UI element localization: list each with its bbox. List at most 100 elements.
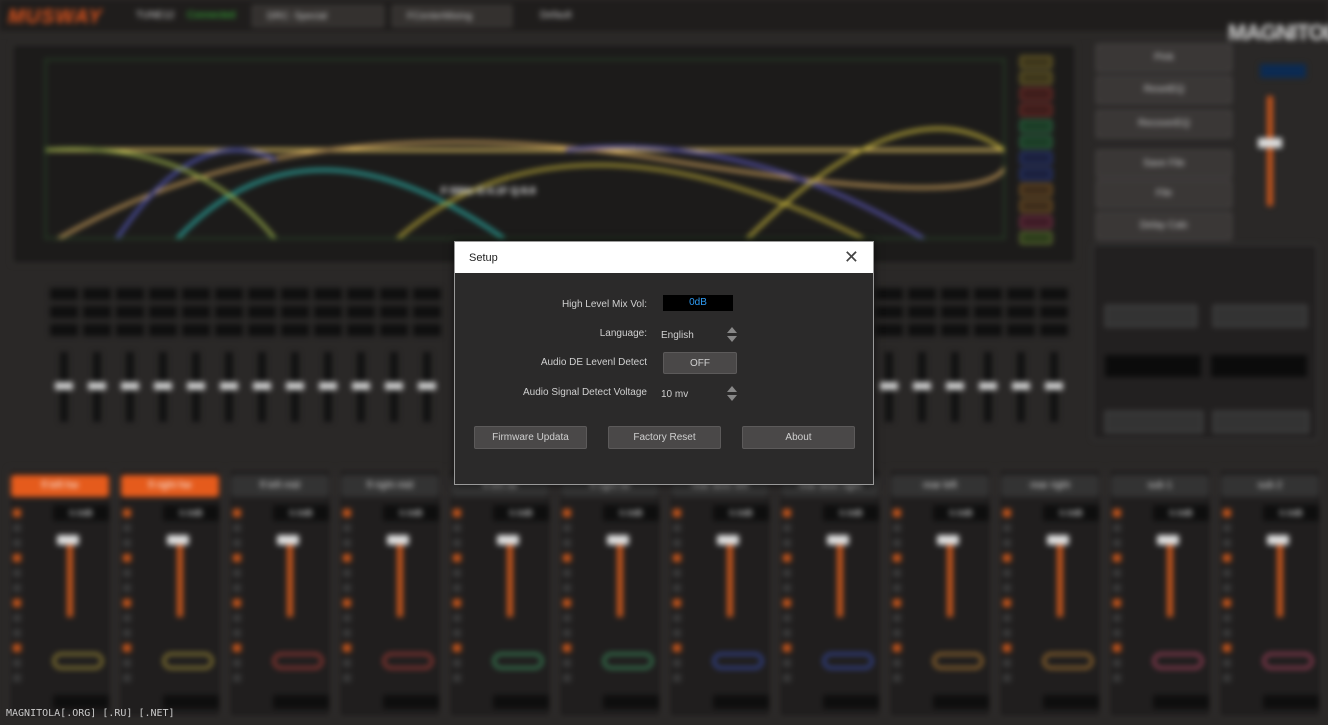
lp-slope-select[interactable] xyxy=(1213,411,1309,433)
lp-type-select[interactable] xyxy=(1213,305,1307,327)
recover-eq-button[interactable]: RecoverEQ xyxy=(1096,110,1232,138)
channel-gain-value[interactable]: 0.0dB xyxy=(603,505,659,521)
channel-delay-field[interactable] xyxy=(383,695,439,709)
channel-link-toggle[interactable] xyxy=(163,653,213,669)
eq-band-value-cell[interactable] xyxy=(875,324,903,336)
hp-freq-field[interactable] xyxy=(1105,355,1201,377)
eq-band-value-cell[interactable] xyxy=(149,306,177,318)
channel-delay-field[interactable] xyxy=(823,695,879,709)
eq-band-slider-knob[interactable] xyxy=(88,382,106,390)
preset-select[interactable]: DRC: Special xyxy=(252,5,384,27)
eq-band-value-cell[interactable] xyxy=(83,288,111,300)
eq-band-value-cell[interactable] xyxy=(116,324,144,336)
eq-band-slider-knob[interactable] xyxy=(286,382,304,390)
chip[interactable] xyxy=(1020,104,1052,116)
eq-band-value-cell[interactable] xyxy=(215,306,243,318)
about-button[interactable]: About xyxy=(742,426,855,449)
channel-gain-value[interactable]: 0.0dB xyxy=(823,505,879,521)
eq-band-value-cell[interactable] xyxy=(380,288,408,300)
default-button[interactable]: Default xyxy=(540,10,572,21)
channel-link-toggle[interactable] xyxy=(933,653,983,669)
chip[interactable] xyxy=(1020,56,1052,68)
channel-name-button[interactable]: fl left mid xyxy=(231,475,329,497)
eq-band-value-cell[interactable] xyxy=(1007,288,1035,300)
eq-band-value-cell[interactable] xyxy=(875,306,903,318)
eq-band-value-cell[interactable] xyxy=(182,324,210,336)
eq-band-value-cell[interactable] xyxy=(413,288,441,300)
eq-band-value-cell[interactable] xyxy=(215,288,243,300)
channel-fader-track[interactable] xyxy=(1277,541,1283,617)
eq-band-value-cell[interactable] xyxy=(413,306,441,318)
channel-gain-value[interactable]: 0.0dB xyxy=(273,505,329,521)
reset-eq-button[interactable]: ResetEQ xyxy=(1096,76,1232,104)
eq-band-slider-knob[interactable] xyxy=(55,382,73,390)
eq-band-value-cell[interactable] xyxy=(281,288,309,300)
eq-band-value-cell[interactable] xyxy=(413,324,441,336)
channel-fader-track[interactable] xyxy=(397,541,403,617)
eq-band-value-cell[interactable] xyxy=(149,288,177,300)
eq-band-value-cell[interactable] xyxy=(347,324,375,336)
eq-band-value-cell[interactable] xyxy=(941,324,969,336)
hp-type-select[interactable] xyxy=(1105,305,1197,327)
channel-fader-knob[interactable] xyxy=(717,535,739,545)
channel-delay-field[interactable] xyxy=(603,695,659,709)
language-spinner[interactable] xyxy=(727,326,737,344)
chip[interactable] xyxy=(1020,168,1052,180)
channel-link-toggle[interactable] xyxy=(1263,653,1313,669)
channel-fader-track[interactable] xyxy=(947,541,953,617)
channel-fader-track[interactable] xyxy=(67,541,73,617)
eq-band-value-cell[interactable] xyxy=(149,324,177,336)
channel-delay-field[interactable] xyxy=(1263,695,1319,709)
eq-band-value-cell[interactable] xyxy=(1040,324,1068,336)
channel-delay-field[interactable] xyxy=(273,695,329,709)
eq-band-value-cell[interactable] xyxy=(875,288,903,300)
channel-fader-track[interactable] xyxy=(507,541,513,617)
spinner-up-icon[interactable] xyxy=(727,327,737,333)
eq-band-value-cell[interactable] xyxy=(347,306,375,318)
eq-band-value-cell[interactable] xyxy=(1007,324,1035,336)
voltage-spinner[interactable] xyxy=(727,385,737,403)
eq-band-value-cell[interactable] xyxy=(50,324,78,336)
eq-band-slider-knob[interactable] xyxy=(319,382,337,390)
channel-delay-field[interactable] xyxy=(1153,695,1209,709)
chip[interactable] xyxy=(1020,72,1052,84)
mode-select[interactable]: FCenterMixing xyxy=(392,5,512,27)
channel-delay-field[interactable] xyxy=(933,695,989,709)
channel-fader-track[interactable] xyxy=(1167,541,1173,617)
channel-name-button[interactable]: rear left xyxy=(891,475,989,497)
spinner-down-icon[interactable] xyxy=(727,395,737,401)
chip[interactable] xyxy=(1020,200,1052,212)
channel-gain-value[interactable]: 0.0dB xyxy=(933,505,989,521)
channel-fader-track[interactable] xyxy=(617,541,623,617)
eq-band-value-cell[interactable] xyxy=(974,324,1002,336)
chip[interactable] xyxy=(1020,88,1052,100)
eq-band-value-cell[interactable] xyxy=(182,306,210,318)
channel-gain-value[interactable]: 0.0dB xyxy=(1153,505,1209,521)
eq-band-value-cell[interactable] xyxy=(380,306,408,318)
channel-link-toggle[interactable] xyxy=(1153,653,1203,669)
channel-link-toggle[interactable] xyxy=(53,653,103,669)
channel-fader-track[interactable] xyxy=(837,541,843,617)
high-level-mix-vol-value[interactable]: 0dB xyxy=(663,295,733,311)
eq-band-value-cell[interactable] xyxy=(380,324,408,336)
eq-band-slider-knob[interactable] xyxy=(1045,382,1063,390)
channel-fader-knob[interactable] xyxy=(1157,535,1179,545)
delay-calc-button[interactable]: Delay Calc xyxy=(1096,212,1232,240)
file-button[interactable]: File xyxy=(1096,180,1232,208)
eq-band-value-cell[interactable] xyxy=(314,324,342,336)
chip[interactable] xyxy=(1020,184,1052,196)
channel-fader-knob[interactable] xyxy=(497,535,519,545)
language-value[interactable]: English xyxy=(661,330,694,341)
master-volume-knob[interactable] xyxy=(1258,138,1282,148)
eq-band-value-cell[interactable] xyxy=(941,288,969,300)
eq-band-value-cell[interactable] xyxy=(50,288,78,300)
channel-fader-track[interactable] xyxy=(727,541,733,617)
channel-name-button[interactable]: sub 1 xyxy=(1111,475,1209,497)
eq-band-value-cell[interactable] xyxy=(1040,288,1068,300)
eq-band-slider-knob[interactable] xyxy=(913,382,931,390)
eq-band-value-cell[interactable] xyxy=(281,306,309,318)
chip[interactable] xyxy=(1020,136,1052,148)
eq-band-value-cell[interactable] xyxy=(83,324,111,336)
channel-fader-track[interactable] xyxy=(1057,541,1063,617)
eq-band-value-cell[interactable] xyxy=(908,306,936,318)
